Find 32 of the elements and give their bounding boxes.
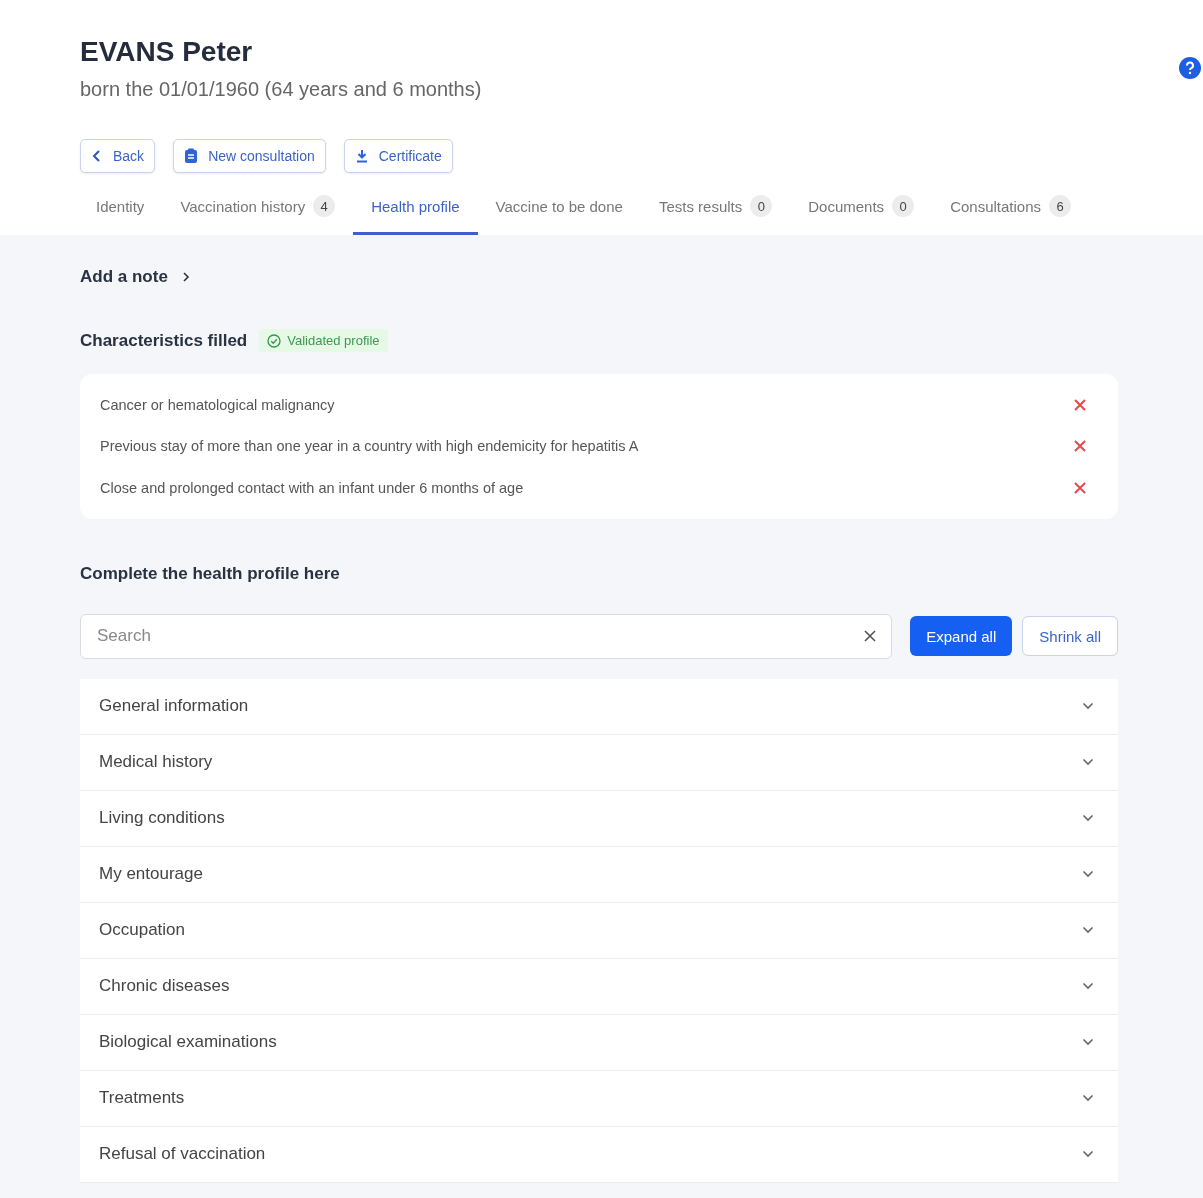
remove-icon[interactable] bbox=[1074, 440, 1086, 453]
validated-badge: Validated profile bbox=[259, 329, 388, 352]
characteristic-text: Previous stay of more than one year in a country with high endemicity for hepatitis A bbox=[100, 438, 639, 455]
clear-icon[interactable] bbox=[864, 629, 877, 642]
accordion-item[interactable]: General information bbox=[80, 678, 1118, 735]
download-icon bbox=[354, 149, 369, 163]
new-consultation-button[interactable]: New consultation bbox=[173, 139, 326, 173]
shrink-all-button[interactable]: Shrink all bbox=[1022, 616, 1118, 656]
patient-name: EVANS Peter bbox=[80, 36, 254, 68]
birth-date: born the 01/01/1960 (64 years and 6 months) bbox=[80, 78, 483, 101]
remove-icon[interactable] bbox=[1074, 398, 1086, 411]
section-title: Complete the health profile here bbox=[80, 563, 341, 584]
remove-icon[interactable] bbox=[1074, 481, 1086, 494]
tab[interactable]: Vaccine to be done bbox=[477, 181, 641, 235]
tab[interactable]: Tests results 0 bbox=[640, 181, 791, 235]
section-title: Characteristics filled bbox=[80, 330, 248, 351]
tab[interactable]: Documents 0 bbox=[790, 181, 933, 235]
tab[interactable]: Vaccination history 4 bbox=[162, 181, 354, 235]
tab[interactable]: Consultations 6 bbox=[932, 181, 1089, 235]
add-note-link[interactable]: Add a note bbox=[80, 267, 190, 287]
help-icon[interactable] bbox=[1179, 57, 1201, 79]
chevron-left-icon bbox=[91, 149, 103, 163]
clipboard-icon bbox=[184, 148, 199, 164]
tab[interactable]: Identity bbox=[78, 181, 163, 235]
tab[interactable]: Health profile bbox=[353, 181, 478, 235]
characteristic-text: Cancer or hematological malignancy bbox=[100, 396, 335, 413]
search-field[interactable]: Search bbox=[80, 613, 893, 659]
chevron-right-icon bbox=[181, 272, 190, 282]
characteristic-text: Close and prolonged contact with an infant under 6 months of age bbox=[100, 479, 524, 496]
expand-all-button[interactable]: Expand all bbox=[910, 616, 1013, 656]
certificate-button[interactable]: Certificate bbox=[343, 139, 453, 173]
back-button[interactable]: Back bbox=[80, 139, 156, 173]
